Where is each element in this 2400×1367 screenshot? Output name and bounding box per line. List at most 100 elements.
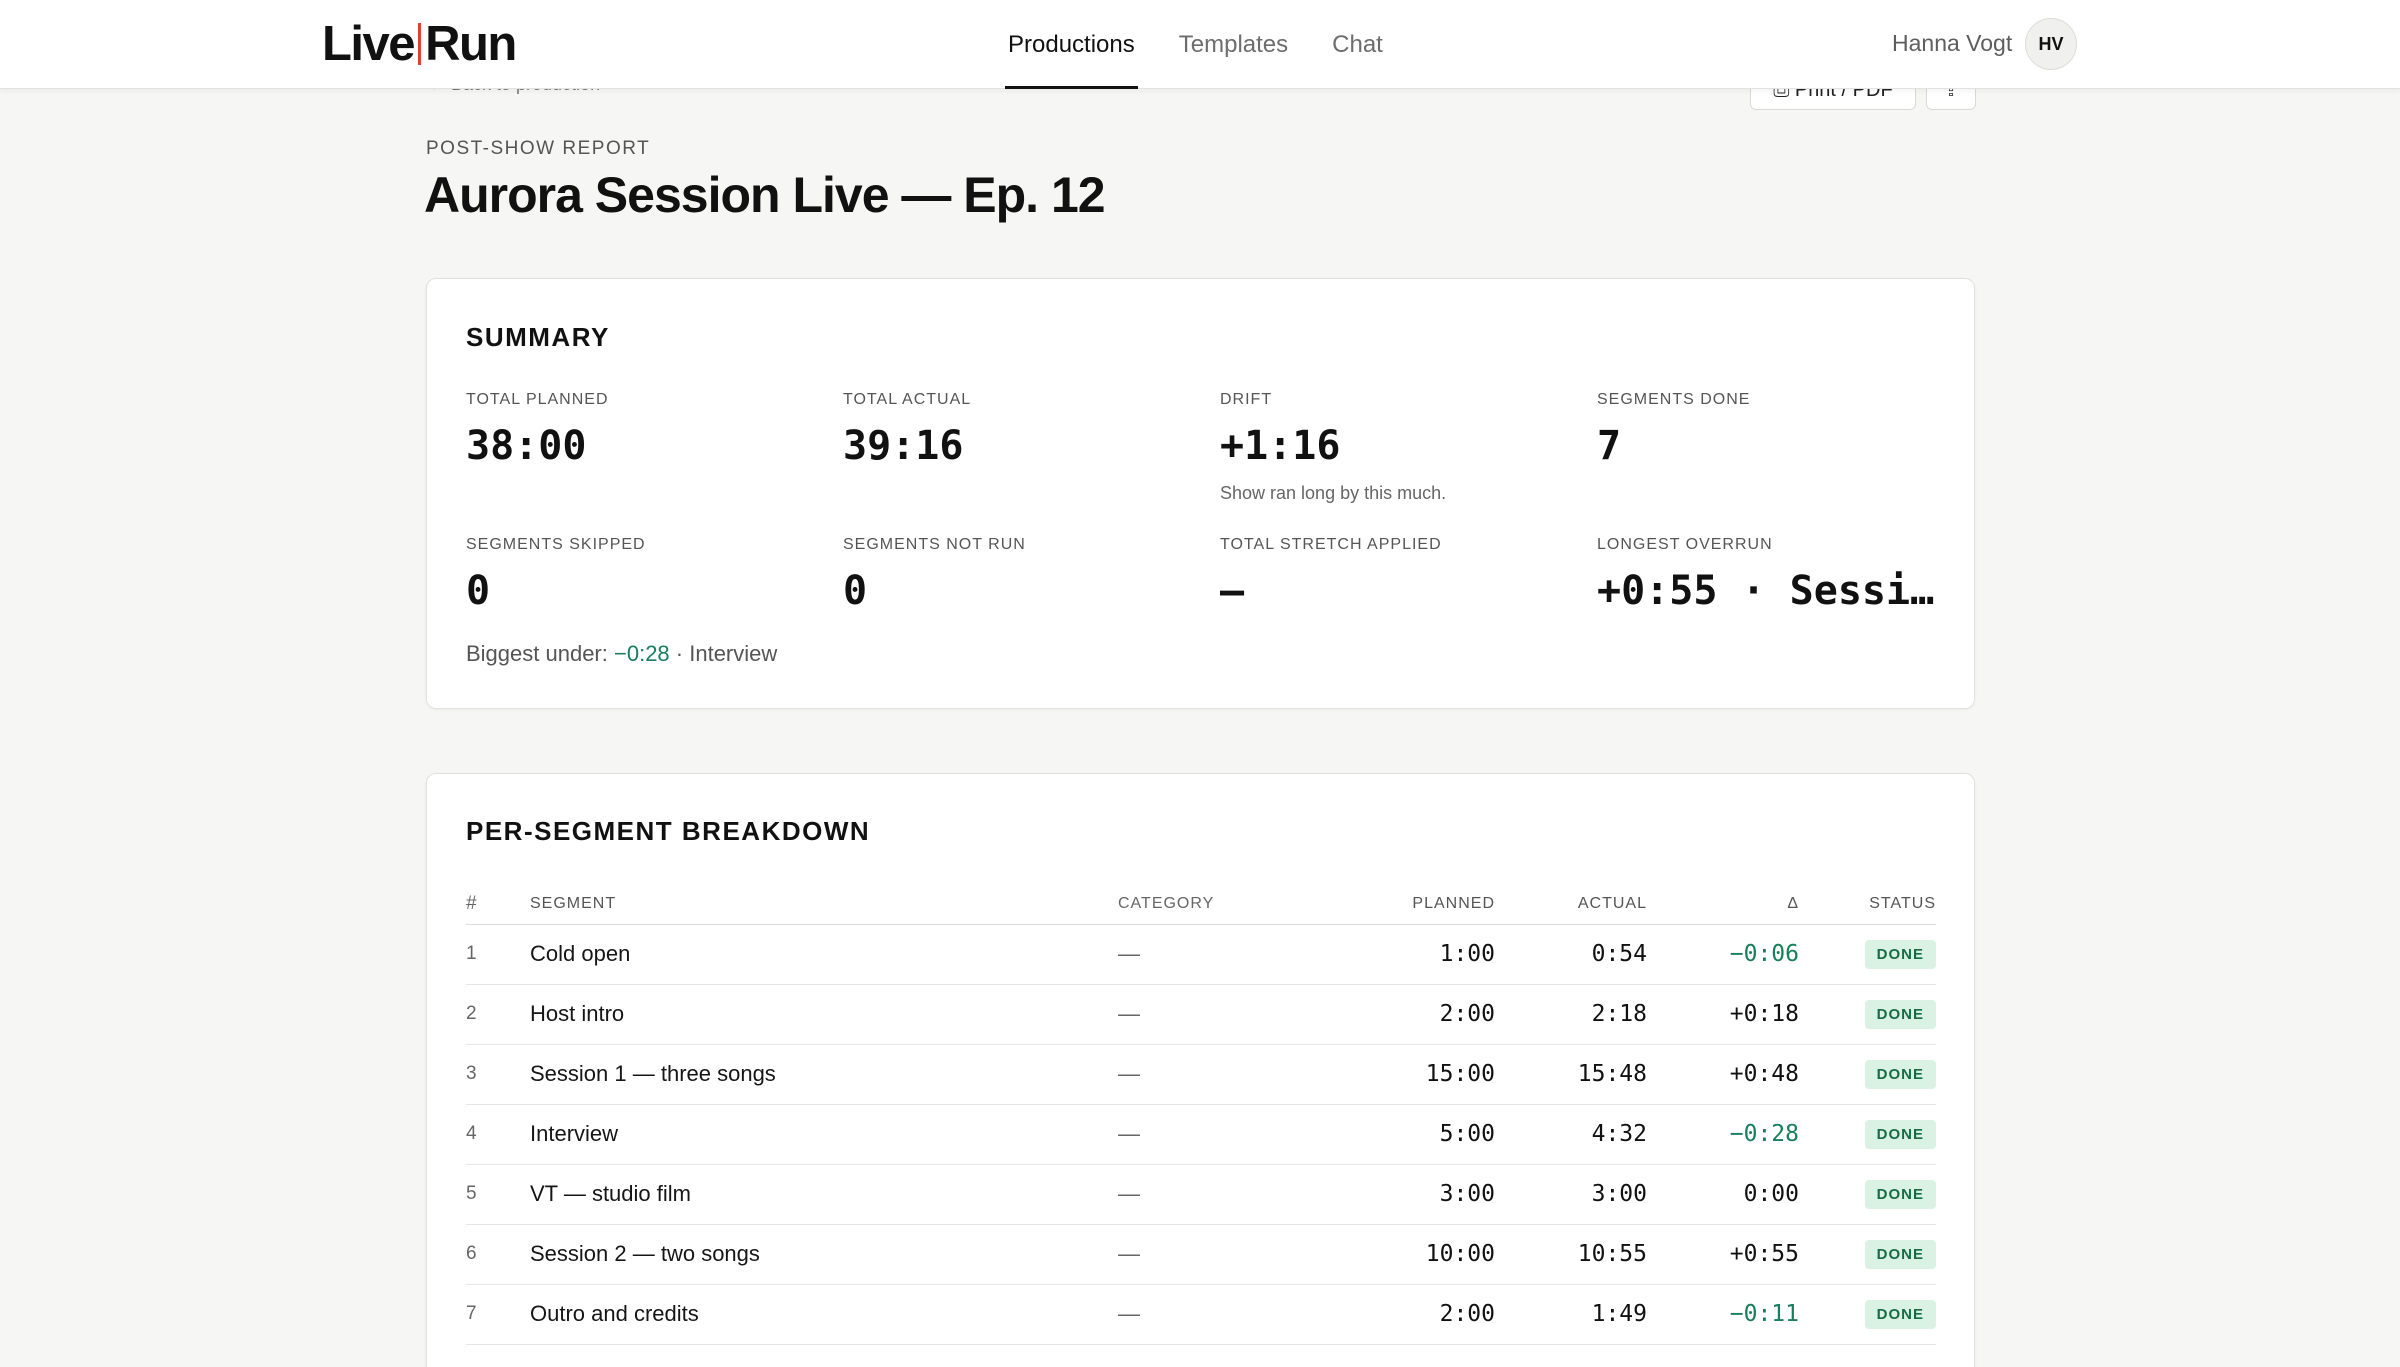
status-badge: DONE (1864, 1240, 1936, 1269)
stat-value: 39:16 (843, 423, 964, 469)
breakdown-title: PER-SEGMENT BREAKDOWN (466, 816, 871, 846)
stat-value: 7 (1597, 423, 1622, 469)
stat-label: SEGMENTS NOT RUN (843, 536, 1026, 553)
stat-total-planned: TOTAL PLANNED 38:00 (466, 391, 826, 469)
row-planned: 10:00 (1348, 1224, 1495, 1285)
stat-value: 38:00 (466, 423, 587, 469)
col-category: CATEGORY (1118, 884, 1348, 925)
row-segment: Session 1 — three songs (530, 1044, 1118, 1105)
row-planned: 1:00 (1348, 924, 1495, 985)
row-planned: 2:00 (1348, 984, 1495, 1045)
col-status: STATUS (1799, 884, 1936, 925)
row-actual: 15:48 (1495, 1044, 1647, 1105)
row-delta: +0:18 (1647, 984, 1799, 1045)
biggest-under-value: −0:28 (614, 641, 670, 666)
row-number: 3 (466, 1044, 530, 1105)
row-number: 7 (466, 1284, 530, 1345)
summary-card: SUMMARY TOTAL PLANNED 38:00 TOTAL ACTUAL… (426, 278, 1975, 709)
row-planned: 5:00 (1348, 1104, 1495, 1165)
col-actual: ACTUAL (1495, 884, 1647, 925)
row-status: DONE (1799, 1104, 1936, 1165)
stat-segments-done: SEGMENTS DONE 7 (1597, 391, 1957, 469)
table-row[interactable]: 7 Outro and credits —2:00 1:49 −0:11 DONE (466, 1284, 1936, 1345)
segment-table: # SEGMENT CATEGORY PLANNED ACTUAL Δ STAT… (466, 884, 1936, 1345)
row-actual: 2:18 (1495, 984, 1647, 1045)
stat-label: SEGMENTS SKIPPED (466, 536, 646, 553)
status-badge: DONE (1864, 940, 1936, 969)
row-actual: 4:32 (1495, 1104, 1647, 1165)
logo-text-run: Run (425, 17, 517, 71)
stat-value: 0 (466, 568, 491, 614)
row-category: — (1118, 1224, 1348, 1285)
tab-chat[interactable]: Chat (1329, 0, 1386, 89)
status-badge: DONE (1864, 1180, 1936, 1209)
stat-label: TOTAL STRETCH APPLIED (1220, 536, 1442, 553)
table-row[interactable]: 6 Session 2 — two songs —10:00 10:55 +0:55 DO… (466, 1224, 1936, 1285)
row-segment: Outro and credits (530, 1284, 1118, 1345)
table-row[interactable]: 5 VT — studio film —3:00 3:00 0:00 DONE (466, 1164, 1936, 1225)
table-header-row: # SEGMENT CATEGORY PLANNED ACTUAL Δ STAT… (466, 884, 1936, 925)
app-logo[interactable]: Live Run (322, 16, 517, 72)
row-actual: 10:55 (1495, 1224, 1647, 1285)
row-segment: Session 2 — two songs (530, 1224, 1118, 1285)
row-category: — (1118, 924, 1348, 985)
row-delta: −0:11 (1647, 1284, 1799, 1345)
row-actual: 3:00 (1495, 1164, 1647, 1225)
row-delta: +0:55 (1647, 1224, 1799, 1285)
row-number: 6 (466, 1224, 530, 1285)
row-category: — (1118, 984, 1348, 1045)
stat-note: Show ran long by this much. (1220, 483, 1447, 503)
row-status: DONE (1799, 924, 1936, 985)
col-num: # (466, 884, 530, 925)
user-name[interactable]: Hanna Vogt (1892, 30, 2012, 57)
top-navigation-bar: Live Run Productions Templates Chat Hanna… (0, 0, 2400, 89)
row-delta: +0:48 (1647, 1044, 1799, 1105)
breakdown-card: PER-SEGMENT BREAKDOWN # SEGMENT CATEGORY… (426, 773, 1975, 1367)
row-number: 2 (466, 984, 530, 1045)
stat-segments-not-run: SEGMENTS NOT RUN 0 (843, 536, 1203, 614)
row-planned: 3:00 (1348, 1164, 1495, 1225)
row-category: — (1118, 1164, 1348, 1225)
main-nav: Productions Templates Chat (1005, 0, 1424, 89)
row-planned: 15:00 (1348, 1044, 1495, 1105)
row-delta: −0:28 (1647, 1104, 1799, 1165)
stat-segments-skipped: SEGMENTS SKIPPED 0 (466, 536, 826, 614)
avatar[interactable]: HV (2025, 18, 2077, 70)
status-badge: DONE (1864, 1000, 1936, 1029)
table-row[interactable]: 3 Session 1 — three songs —15:00 15:48 +0:48… (466, 1044, 1936, 1105)
row-actual: 1:49 (1495, 1284, 1647, 1345)
col-segment: SEGMENT (530, 884, 1118, 925)
stat-value: +0:55 · Sessi… (1597, 568, 1935, 614)
table-row[interactable]: 2 Host intro —2:00 2:18 +0:18 DONE (466, 984, 1936, 1045)
row-category: — (1118, 1044, 1348, 1105)
biggest-under-line: Biggest under: −0:28 · Interview (466, 641, 777, 667)
stat-label: DRIFT (1220, 391, 1273, 408)
row-segment: Cold open (530, 924, 1118, 985)
row-delta: −0:06 (1647, 924, 1799, 985)
col-delta: Δ (1647, 884, 1799, 925)
status-badge: DONE (1864, 1060, 1936, 1089)
tab-templates[interactable]: Templates (1176, 0, 1291, 89)
stat-value: 0 (843, 568, 868, 614)
stat-total-stretch: TOTAL STRETCH APPLIED — (1220, 536, 1580, 614)
stat-label: TOTAL ACTUAL (843, 391, 972, 408)
row-actual: 0:54 (1495, 924, 1647, 985)
stat-total-actual: TOTAL ACTUAL 39:16 (843, 391, 1203, 469)
row-status: DONE (1799, 1044, 1936, 1105)
row-segment: Interview (530, 1104, 1118, 1165)
row-status: DONE (1799, 1224, 1936, 1285)
page-eyebrow: POST-SHOW REPORT (426, 138, 651, 159)
page-title: Aurora Session Live — Ep. 12 (424, 167, 1106, 223)
stat-longest-overrun: LONGEST OVERRUN +0:55 · Sessi… (1597, 536, 1937, 614)
row-segment: VT — studio film (530, 1164, 1118, 1225)
row-number: 5 (466, 1164, 530, 1225)
summary-title: SUMMARY (466, 322, 610, 352)
row-number: 4 (466, 1104, 530, 1165)
tab-productions[interactable]: Productions (1005, 0, 1138, 89)
row-status: DONE (1799, 1284, 1936, 1345)
biggest-under-segment: · Interview (675, 641, 778, 666)
table-row[interactable]: 4 Interview —5:00 4:32 −0:28 DONE (466, 1104, 1936, 1165)
table-row[interactable]: 1 Cold open —1:00 0:54 −0:06 DONE (466, 924, 1936, 985)
row-status: DONE (1799, 984, 1936, 1045)
logo-text-live: Live (322, 17, 416, 71)
